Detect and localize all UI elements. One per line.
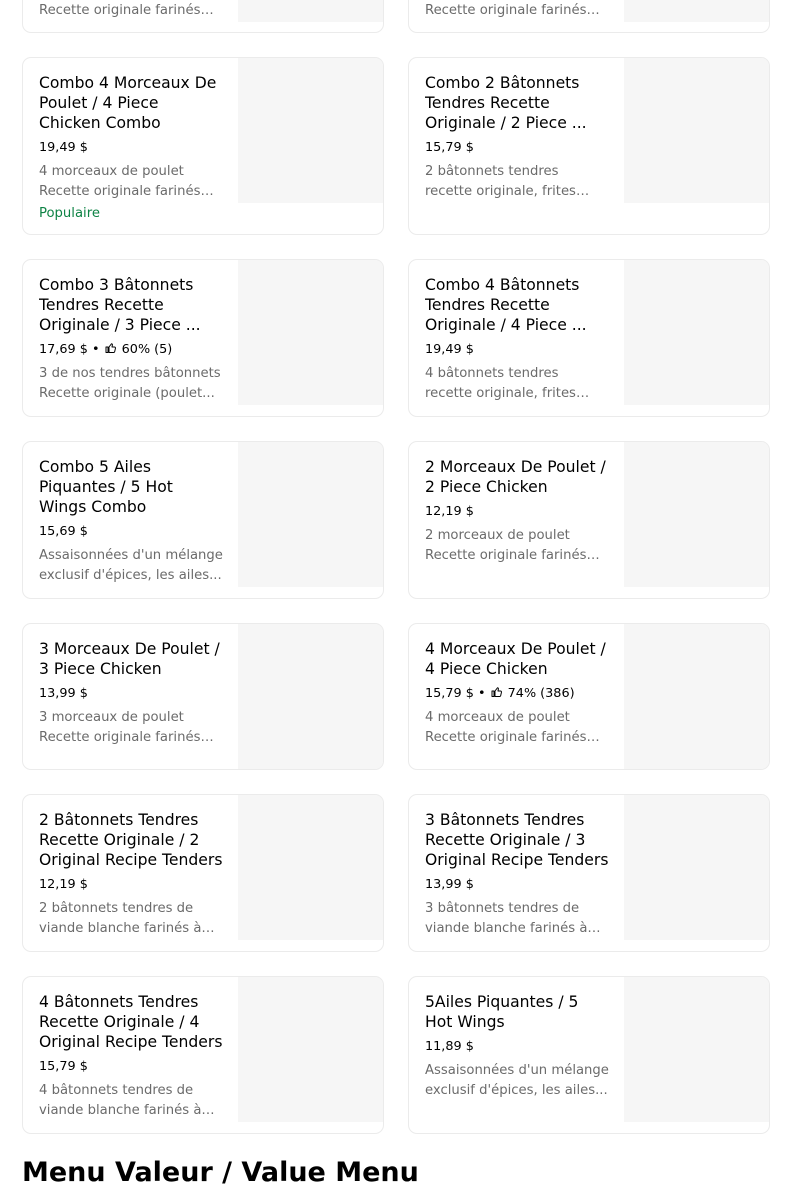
item-rating: 60% (5) (121, 342, 173, 357)
item-price: 19,49 $ (39, 140, 88, 155)
item-price: 12,19 $ (39, 877, 88, 892)
item-image (238, 624, 383, 769)
item-image (238, 58, 383, 203)
item-description: 3 bâtonnets tendres de viande blanche fa… (425, 901, 588, 936)
item-title: Combo 2 Bâtonnets Tendres Recette Origin… (425, 74, 587, 132)
menu-item-card[interactable]: 2 Bâtonnets Tendres Recette Originale / … (22, 794, 384, 952)
menu-item-card[interactable]: 4 Morceaux De Poulet / 4 Piece Chicken 1… (408, 623, 770, 770)
item-price: 13,99 $ (425, 877, 474, 892)
item-price: 15,79 $ (39, 1059, 88, 1074)
menu-item-card[interactable]: Combo 4 Morceaux De Poulet / 4 Piece Chi… (22, 57, 384, 235)
item-title: 3 Morceaux De Poulet / 3 Piece Chicken (39, 640, 220, 678)
item-price: 15,79 $ (425, 140, 474, 155)
menu-item-card[interactable]: Combo 2 Bâtonnets Tendres Recette Origin… (408, 57, 770, 235)
item-title: 2 Morceaux De Poulet / 2 Piece Chicken (425, 458, 606, 496)
item-description: Recette originale farinés à... (39, 3, 201, 18)
separator-dot: • (477, 686, 486, 701)
item-price: 12,19 $ (425, 504, 474, 519)
item-image (238, 442, 383, 587)
item-description: 2 bâtonnets tendres recette originale, f… (425, 164, 576, 199)
item-price: 11,89 $ (425, 1039, 474, 1054)
item-description: Assaisonnées d'un mélange exclusif d'épi… (39, 548, 223, 583)
thumbs-up-icon (491, 687, 502, 697)
item-description: 4 morceaux de poulet Recette originale f… (425, 710, 587, 745)
item-price: 13,99 $ (39, 686, 88, 701)
item-meta: 17,69 $ • 60% (5) (39, 340, 223, 360)
item-description: Recette originale farinés à... (425, 3, 587, 18)
menu-item-card[interactable]: 2 Morceaux De Poulet / 2 Piece Chicken 1… (408, 441, 770, 599)
menu-item-card[interactable]: Recette originale farinés à... (22, 0, 384, 33)
item-image (238, 260, 383, 405)
separator-dot: • (91, 342, 100, 357)
item-price: 15,69 $ (39, 524, 88, 539)
item-image (624, 442, 769, 587)
item-title: Combo 4 Bâtonnets Tendres Recette Origin… (425, 276, 587, 334)
item-description: 2 morceaux de poulet Recette originale f… (425, 528, 587, 563)
item-image (624, 795, 769, 940)
item-image (624, 0, 769, 22)
item-title: 5Ailes Piquantes / 5 Hot Wings (425, 993, 579, 1031)
item-image (238, 795, 383, 940)
item-image (238, 977, 383, 1122)
menu-item-card[interactable]: Combo 3 Bâtonnets Tendres Recette Origin… (22, 259, 384, 417)
item-price: 17,69 $ (39, 342, 88, 357)
item-description: 2 bâtonnets tendres de viande blanche fa… (39, 901, 202, 936)
item-title: Combo 5 Ailes Piquantes / 5 Hot Wings Co… (39, 458, 173, 516)
item-title: 3 Bâtonnets Tendres Recette Originale / … (425, 811, 609, 869)
item-description: 3 de nos tendres bâtonnets Recette origi… (39, 366, 221, 401)
item-title: Combo 4 Morceaux De Poulet / 4 Piece Chi… (39, 74, 217, 132)
popular-badge: Populaire (39, 206, 100, 221)
menu-item-card[interactable]: 4 Bâtonnets Tendres Recette Originale / … (22, 976, 384, 1134)
item-image (624, 624, 769, 769)
item-rating: 74% (386) (507, 686, 575, 701)
menu-item-card[interactable]: 3 Bâtonnets Tendres Recette Originale / … (408, 794, 770, 952)
item-image (624, 58, 769, 203)
menu-item-card[interactable]: Combo 4 Bâtonnets Tendres Recette Origin… (408, 259, 770, 417)
item-image (238, 0, 383, 22)
menu-item-card[interactable]: 3 Morceaux De Poulet / 3 Piece Chicken 1… (22, 623, 384, 770)
section-heading: Menu Valeur / Value Menu (22, 1157, 419, 1188)
item-description: 4 bâtonnets tendres recette originale, f… (425, 366, 576, 401)
item-title: 2 Bâtonnets Tendres Recette Originale / … (39, 811, 223, 869)
item-description: 4 morceaux de poulet Recette originale f… (39, 164, 201, 199)
item-description: Assaisonnées d'un mélange exclusif d'épi… (425, 1063, 609, 1098)
item-price: 15,79 $ (425, 686, 474, 701)
menu-item-card[interactable]: 5Ailes Piquantes / 5 Hot Wings 11,89 $ A… (408, 976, 770, 1134)
item-image (624, 977, 769, 1122)
item-title: 4 Bâtonnets Tendres Recette Originale / … (39, 993, 223, 1051)
item-description: 3 morceaux de poulet Recette originale f… (39, 710, 201, 745)
menu-item-card[interactable]: Recette originale farinés à... (408, 0, 770, 33)
item-description: 4 bâtonnets tendres de viande blanche fa… (39, 1083, 202, 1118)
menu-item-card[interactable]: Combo 5 Ailes Piquantes / 5 Hot Wings Co… (22, 441, 384, 599)
item-price: 19,49 $ (425, 342, 474, 357)
item-image (624, 260, 769, 405)
item-meta: 15,79 $ • 74% (386) (425, 684, 609, 704)
item-title: 4 Morceaux De Poulet / 4 Piece Chicken (425, 640, 606, 678)
item-title: Combo 3 Bâtonnets Tendres Recette Origin… (39, 276, 201, 334)
thumbs-up-icon (105, 343, 116, 353)
